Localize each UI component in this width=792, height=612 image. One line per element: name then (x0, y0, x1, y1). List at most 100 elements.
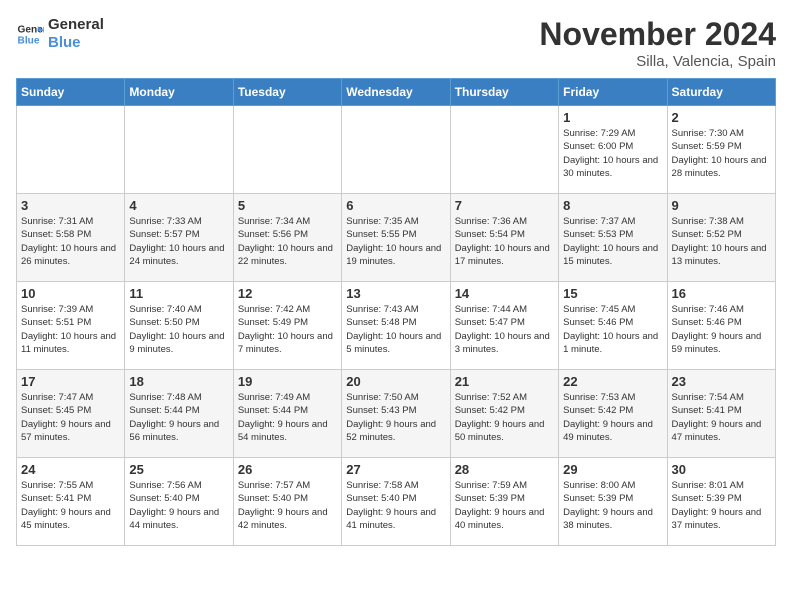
empty-cell (233, 106, 341, 194)
week-row-4: 17 Sunrise: 7:47 AMSunset: 5:45 PMDayligh… (17, 370, 776, 458)
empty-cell (17, 106, 125, 194)
day-cell-25: 25 Sunrise: 7:56 AMSunset: 5:40 PMDayligh… (125, 458, 233, 546)
day-cell-29: 29 Sunrise: 8:00 AMSunset: 5:39 PMDayligh… (559, 458, 667, 546)
svg-text:Blue: Blue (18, 35, 40, 46)
empty-cell (450, 106, 558, 194)
day-cell-15: 15 Sunrise: 7:45 AMSunset: 5:46 PMDayligh… (559, 282, 667, 370)
page-header: General Blue General Blue November 2024 … (16, 16, 776, 70)
day-info: Sunrise: 7:50 AMSunset: 5:43 PMDaylight:… (346, 391, 445, 444)
day-number: 25 (129, 462, 228, 477)
day-number: 5 (238, 198, 337, 213)
day-cell-6: 6 Sunrise: 7:35 AMSunset: 5:55 PMDaylight… (342, 194, 450, 282)
day-number: 14 (455, 286, 554, 301)
calendar-table: SundayMondayTuesdayWednesdayThursdayFrid… (16, 78, 776, 546)
day-cell-7: 7Sunrise: 7:36 AMSunset: 5:54 PMDaylight… (450, 194, 558, 282)
week-row-5: 24 Sunrise: 7:55 AMSunset: 5:41 PMDayligh… (17, 458, 776, 546)
day-cell-1: 1 Sunrise: 7:29 AMSunset: 6:00 PMDaylight… (559, 106, 667, 194)
day-info: Sunrise: 7:40 AMSunset: 5:50 PMDaylight:… (129, 303, 228, 356)
day-number: 23 (672, 374, 771, 389)
day-cell-26: 26 Sunrise: 7:57 AMSunset: 5:40 PMDayligh… (233, 458, 341, 546)
day-cell-27: 27 Sunrise: 7:58 AMSunset: 5:40 PMDayligh… (342, 458, 450, 546)
day-cell-8: 8Sunrise: 7:37 AMSunset: 5:53 PMDaylight… (559, 194, 667, 282)
day-number: 17 (21, 374, 120, 389)
day-info: Sunrise: 7:35 AMSunset: 5:55 PMDaylight:… (346, 215, 445, 268)
calendar-body: 1 Sunrise: 7:29 AMSunset: 6:00 PMDaylight… (17, 106, 776, 546)
logo-blue: Blue (48, 34, 104, 52)
column-header-wednesday: Wednesday (342, 79, 450, 106)
day-info: Sunrise: 7:58 AMSunset: 5:40 PMDaylight:… (346, 479, 445, 532)
day-number: 2 (672, 110, 771, 125)
day-number: 24 (21, 462, 120, 477)
day-number: 10 (21, 286, 120, 301)
day-info: Sunrise: 7:42 AMSunset: 5:49 PMDaylight:… (238, 303, 337, 356)
day-info: Sunrise: 7:45 AMSunset: 5:46 PMDaylight:… (563, 303, 662, 356)
column-header-sunday: Sunday (17, 79, 125, 106)
day-cell-5: 5 Sunrise: 7:34 AMSunset: 5:56 PMDaylight… (233, 194, 341, 282)
day-number: 15 (563, 286, 662, 301)
column-header-tuesday: Tuesday (233, 79, 341, 106)
day-cell-18: 18 Sunrise: 7:48 AMSunset: 5:44 PMDayligh… (125, 370, 233, 458)
day-info: Sunrise: 7:52 AMSunset: 5:42 PMDaylight:… (455, 391, 554, 444)
day-number: 4 (129, 198, 228, 213)
day-info: Sunrise: 7:55 AMSunset: 5:41 PMDaylight:… (21, 479, 120, 532)
day-number: 3 (21, 198, 120, 213)
day-cell-14: 14 Sunrise: 7:44 AMSunset: 5:47 PMDayligh… (450, 282, 558, 370)
day-info: Sunrise: 7:53 AMSunset: 5:42 PMDaylight:… (563, 391, 662, 444)
day-number: 11 (129, 286, 228, 301)
day-cell-16: 16 Sunrise: 7:46 AMSunset: 5:46 PMDayligh… (667, 282, 775, 370)
day-number: 13 (346, 286, 445, 301)
day-info: Sunrise: 7:43 AMSunset: 5:48 PMDaylight:… (346, 303, 445, 356)
empty-cell (342, 106, 450, 194)
day-number: 27 (346, 462, 445, 477)
day-info: Sunrise: 7:57 AMSunset: 5:40 PMDaylight:… (238, 479, 337, 532)
title-block: November 2024 Silla, Valencia, Spain (539, 16, 776, 70)
day-cell-13: 13 Sunrise: 7:43 AMSunset: 5:48 PMDayligh… (342, 282, 450, 370)
day-cell-24: 24 Sunrise: 7:55 AMSunset: 5:41 PMDayligh… (17, 458, 125, 546)
day-info: Sunrise: 7:29 AMSunset: 6:00 PMDaylight:… (563, 127, 662, 180)
day-number: 16 (672, 286, 771, 301)
day-cell-11: 11 Sunrise: 7:40 AMSunset: 5:50 PMDayligh… (125, 282, 233, 370)
day-number: 26 (238, 462, 337, 477)
day-cell-28: 28Sunrise: 7:59 AMSunset: 5:39 PMDayligh… (450, 458, 558, 546)
day-number: 29 (563, 462, 662, 477)
day-info: Sunrise: 7:46 AMSunset: 5:46 PMDaylight:… (672, 303, 771, 356)
day-info: Sunrise: 7:33 AMSunset: 5:57 PMDaylight:… (129, 215, 228, 268)
day-number: 19 (238, 374, 337, 389)
day-number: 30 (672, 462, 771, 477)
day-cell-21: 21 Sunrise: 7:52 AMSunset: 5:42 PMDayligh… (450, 370, 558, 458)
column-header-thursday: Thursday (450, 79, 558, 106)
day-number: 22 (563, 374, 662, 389)
column-header-friday: Friday (559, 79, 667, 106)
day-cell-23: 23 Sunrise: 7:54 AMSunset: 5:41 PMDayligh… (667, 370, 775, 458)
day-cell-9: 9Sunrise: 7:38 AMSunset: 5:52 PMDaylight… (667, 194, 775, 282)
day-info: Sunrise: 7:30 AMSunset: 5:59 PMDaylight:… (672, 127, 771, 180)
column-header-monday: Monday (125, 79, 233, 106)
day-number: 12 (238, 286, 337, 301)
day-info: Sunrise: 7:39 AMSunset: 5:51 PMDaylight:… (21, 303, 120, 356)
day-info: Sunrise: 7:56 AMSunset: 5:40 PMDaylight:… (129, 479, 228, 532)
day-info: Sunrise: 7:44 AMSunset: 5:47 PMDaylight:… (455, 303, 554, 356)
day-info: Sunrise: 8:01 AMSunset: 5:39 PMDaylight:… (672, 479, 771, 532)
day-cell-30: 30 Sunrise: 8:01 AMSunset: 5:39 PMDayligh… (667, 458, 775, 546)
day-info: Sunrise: 8:00 AMSunset: 5:39 PMDaylight:… (563, 479, 662, 532)
day-number: 20 (346, 374, 445, 389)
day-info: Sunrise: 7:54 AMSunset: 5:41 PMDaylight:… (672, 391, 771, 444)
location-subtitle: Silla, Valencia, Spain (539, 53, 776, 70)
day-number: 1 (563, 110, 662, 125)
day-cell-17: 17 Sunrise: 7:47 AMSunset: 5:45 PMDayligh… (17, 370, 125, 458)
day-number: 8 (563, 198, 662, 213)
day-cell-10: 10 Sunrise: 7:39 AMSunset: 5:51 PMDayligh… (17, 282, 125, 370)
day-number: 21 (455, 374, 554, 389)
day-number: 18 (129, 374, 228, 389)
day-info: Sunrise: 7:47 AMSunset: 5:45 PMDaylight:… (21, 391, 120, 444)
day-number: 6 (346, 198, 445, 213)
day-info: Sunrise: 7:34 AMSunset: 5:56 PMDaylight:… (238, 215, 337, 268)
day-info: Sunrise: 7:48 AMSunset: 5:44 PMDaylight:… (129, 391, 228, 444)
day-number: 9 (672, 198, 771, 213)
day-info: Sunrise: 7:59 AMSunset: 5:39 PMDaylight:… (455, 479, 554, 532)
day-cell-22: 22 Sunrise: 7:53 AMSunset: 5:42 PMDayligh… (559, 370, 667, 458)
day-cell-3: 3Sunrise: 7:31 AMSunset: 5:58 PMDaylight… (17, 194, 125, 282)
day-info: Sunrise: 7:49 AMSunset: 5:44 PMDaylight:… (238, 391, 337, 444)
day-number: 7 (455, 198, 554, 213)
column-header-saturday: Saturday (667, 79, 775, 106)
